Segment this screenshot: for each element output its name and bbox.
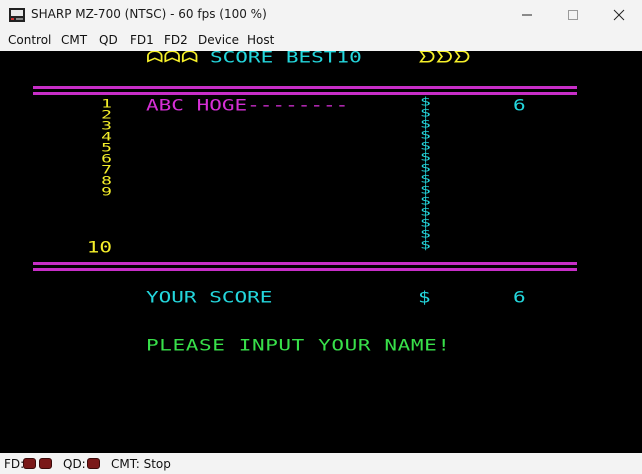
your-score-label: YOUR SCORE: [146, 287, 273, 307]
name-input-prompt: PLEASE INPUT YOUR NAME!: [146, 335, 451, 355]
header-left-decoration: ᗣᗣᗣ: [146, 51, 199, 67]
status-bar: FD: QD: CMT: Stop: [0, 453, 642, 474]
emulator-screen[interactable]: ᗣᗣᗣ SCORE BEST10 ᗤᗤᗤ 1 2 3 4 5 6 7 8 9 1…: [0, 51, 642, 453]
emulator-app-icon: [9, 8, 25, 22]
menu-bar: Control CMT QD FD1 FD2 Device Host: [0, 30, 642, 51]
entry-1-score: 6: [513, 95, 526, 115]
fd1-led-icon: [23, 458, 36, 469]
top-divider-1: [33, 86, 577, 89]
your-score-currency: $: [418, 287, 431, 307]
currency-14: $: [420, 238, 431, 252]
fd2-led-icon: [39, 458, 52, 469]
close-button[interactable]: [596, 0, 642, 30]
close-icon: [613, 9, 625, 21]
menu-cmt[interactable]: CMT: [61, 33, 87, 47]
title-bar: SHARP MZ-700 (NTSC) - 60 fps (100 %): [0, 0, 642, 30]
minimize-icon: [522, 14, 532, 16]
cmt-status: CMT: Stop: [111, 457, 171, 471]
fd-status-label: FD:: [4, 457, 25, 471]
minimize-button[interactable]: [504, 0, 550, 30]
header-right-decoration: ᗤᗤᗤ: [418, 51, 471, 67]
entry-1-name: ABC HOGE--------: [146, 95, 349, 115]
qd-status-label: QD:: [63, 457, 86, 471]
menu-device[interactable]: Device: [198, 33, 239, 47]
maximize-icon: [568, 10, 578, 20]
scoreboard-title: SCORE BEST10: [210, 51, 362, 67]
menu-host[interactable]: Host: [247, 33, 274, 47]
menu-qd[interactable]: QD: [99, 33, 118, 47]
bottom-divider-2: [33, 268, 577, 271]
maximize-button[interactable]: [550, 0, 596, 30]
menu-fd2[interactable]: FD2: [164, 33, 188, 47]
window-title: SHARP MZ-700 (NTSC) - 60 fps (100 %): [31, 7, 267, 21]
menu-control[interactable]: Control: [8, 33, 51, 47]
menu-fd1[interactable]: FD1: [130, 33, 154, 47]
rank-9: 9: [101, 185, 112, 199]
your-score-value: 6: [513, 287, 526, 307]
bottom-divider-1: [33, 262, 577, 265]
qd-led-icon: [87, 458, 100, 469]
rank-10: 10: [86, 237, 112, 257]
